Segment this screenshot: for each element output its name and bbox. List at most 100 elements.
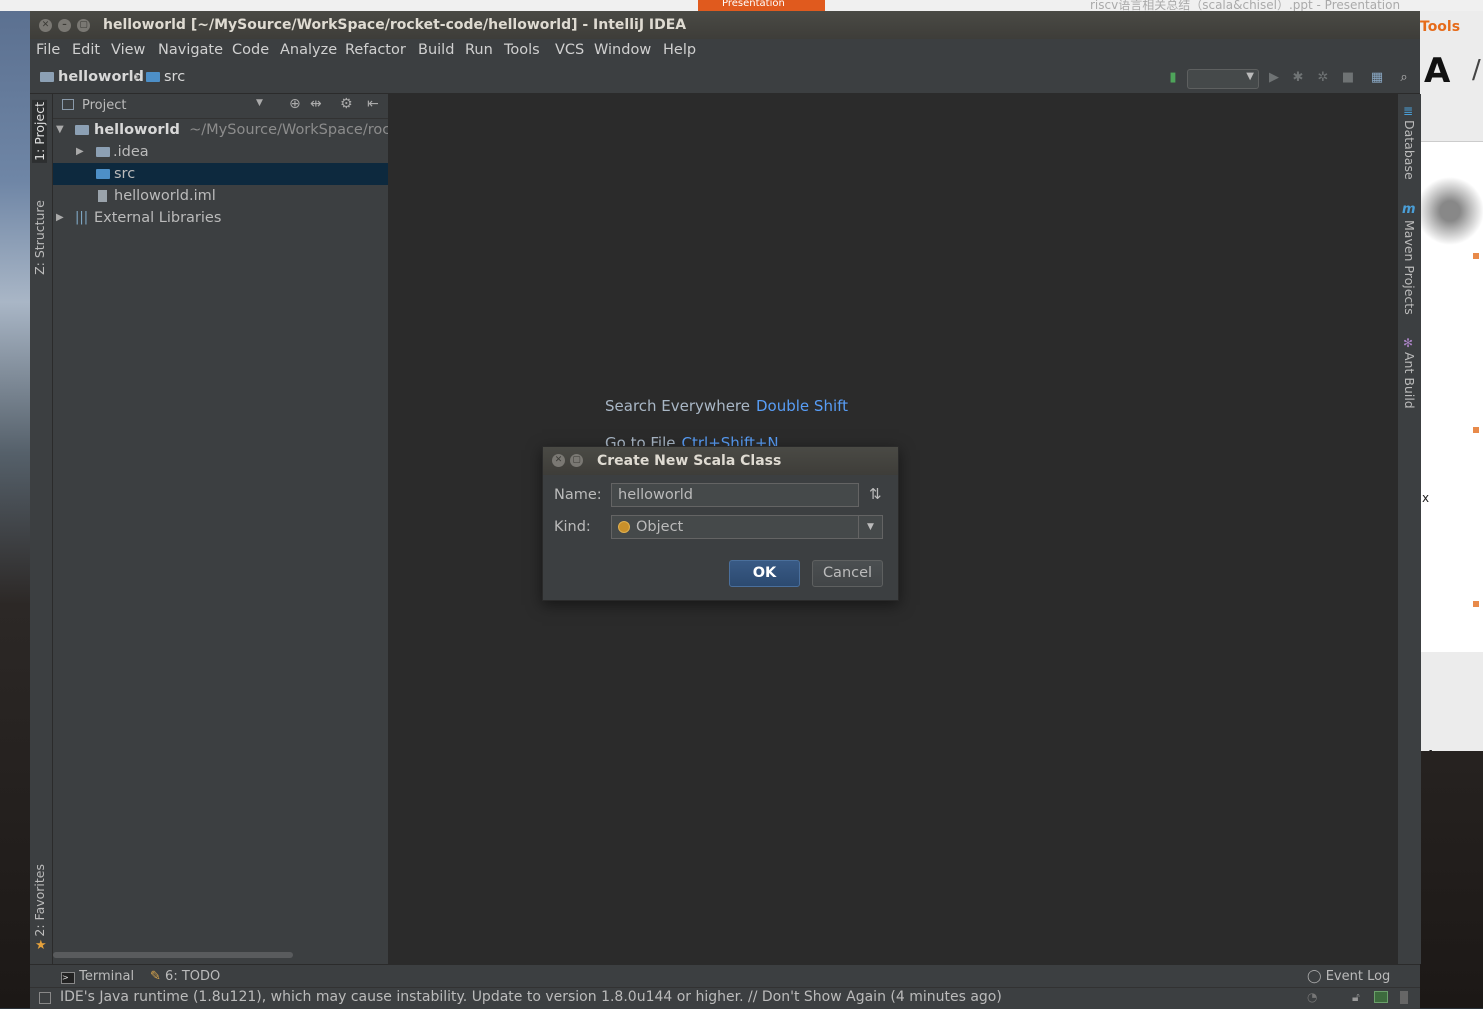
close-window-icon[interactable]: ✕ (39, 19, 52, 32)
horizontal-scrollbar[interactable] (53, 952, 293, 958)
background-presentation-tab[interactable]: Presentation (698, 0, 825, 11)
menu-view[interactable]: View (111, 42, 145, 58)
menu-tools[interactable]: Tools (504, 42, 540, 58)
module-folder-icon (75, 125, 89, 135)
search-icon[interactable]: ⌕ (1397, 71, 1411, 85)
cancel-button[interactable]: Cancel (812, 560, 883, 587)
ant-icon: ✻ (1403, 336, 1414, 350)
menu-code[interactable]: Code (232, 42, 269, 58)
todo-icon: ✎ (150, 969, 161, 984)
status-bar: IDE's Java runtime (1.8u121), which may … (30, 987, 1420, 1009)
menu-vcs[interactable]: VCS (555, 42, 584, 58)
event-log-button[interactable]: ◯ Event Log (1307, 969, 1390, 984)
menu-help[interactable]: Help (663, 42, 696, 58)
tab-database[interactable]: Database (1402, 120, 1417, 180)
bottom-tool-bar: > Terminal ✎ 6: TODO ◯ Event Log (30, 964, 1420, 988)
object-kind-icon (618, 521, 630, 533)
settings-gear-icon[interactable]: ⚙ (340, 96, 353, 112)
tab-ant-build[interactable]: Ant Build (1402, 352, 1417, 409)
dialog-title: Create New Scala Class (597, 453, 782, 469)
project-panel-title[interactable]: Project (82, 98, 126, 113)
scroll-from-source-icon[interactable]: ⊕ (289, 96, 301, 112)
tree-item-src[interactable]: src (53, 163, 388, 185)
hide-panel-icon[interactable]: ⇤ (367, 96, 379, 112)
run-icon[interactable]: ▶ (1267, 71, 1281, 85)
tree-item-helloworld[interactable]: ▼ helloworld ~/MySource/WorkSpace/rocket… (53, 119, 388, 141)
tab-project[interactable]: 1: Project (32, 100, 47, 163)
tab-structure[interactable]: Z: Structure (32, 200, 47, 275)
chevron-down-icon: ▼ (1246, 71, 1254, 82)
tree-item-iml[interactable]: helloworld.iml (53, 185, 388, 207)
expanded-arrow-icon[interactable]: ▼ (56, 119, 64, 141)
status-message[interactable]: IDE's Java runtime (1.8u121), which may … (60, 989, 1002, 1005)
power-save-icon[interactable]: ◔ (1307, 990, 1317, 1004)
menu-file[interactable]: File (36, 42, 60, 58)
kind-label: Kind: (554, 519, 591, 535)
collapse-all-icon[interactable]: ⇹ (310, 96, 322, 112)
source-folder-icon (146, 72, 160, 82)
window-titlebar[interactable]: ✕ – ▢ helloworld [~/MySource/WorkSpace/r… (30, 11, 1420, 39)
dialog-close-icon[interactable]: ✕ (552, 454, 565, 467)
memory-indicator-icon[interactable] (1400, 991, 1408, 1004)
build-project-icon[interactable]: ▮ (1166, 71, 1180, 85)
stop-icon[interactable]: ■ (1341, 71, 1355, 85)
run-configuration-select[interactable]: ▼ (1187, 69, 1259, 89)
right-tool-strip: ≣ Database m Maven Projects ✻ Ant Build (1397, 94, 1421, 964)
breadcrumb-src-label: src (164, 69, 186, 85)
menu-window[interactable]: Window (594, 42, 651, 58)
background-handle-dot (1473, 427, 1479, 433)
menu-analyze[interactable]: Analyze (280, 42, 337, 58)
folder-icon (96, 147, 110, 157)
search-everywhere-hint: Search Everywhere Double Shift (605, 397, 848, 415)
dialog-titlebar[interactable]: ✕ ▢ Create New Scala Class (543, 447, 898, 475)
class-name-input[interactable]: helloworld (611, 483, 859, 507)
tab-database-label: Database (1402, 120, 1417, 180)
tab-ant-label: Ant Build (1402, 352, 1417, 409)
terminal-icon: > (61, 972, 75, 984)
ok-button[interactable]: OK (729, 560, 800, 587)
menu-edit[interactable]: Edit (72, 42, 100, 58)
tab-maven-label: Maven Projects (1402, 220, 1417, 315)
lock-icon[interactable]: 🔓︎ (1352, 990, 1360, 1005)
menu-run[interactable]: Run (465, 42, 493, 58)
library-icon: ||| (75, 210, 89, 225)
project-structure-icon[interactable]: ▦ (1370, 71, 1384, 85)
background-presentation-app: Tools A / x ckup (1420, 11, 1483, 751)
tree-item-idea[interactable]: ▶ .idea (53, 141, 388, 163)
maven-icon: m (1402, 202, 1416, 217)
tree-item-external-libraries[interactable]: ▶ ||| External Libraries (53, 207, 388, 229)
menu-navigate[interactable]: Navigate (158, 42, 223, 58)
collapsed-arrow-icon[interactable]: ▶ (56, 207, 64, 229)
tree-root-name: helloworld (94, 122, 180, 138)
module-file-icon (98, 190, 107, 202)
tree-item-label: External Libraries (94, 210, 222, 226)
chevron-down-icon[interactable]: ▼ (858, 516, 882, 538)
sort-arrows-icon[interactable]: ⇅ (869, 485, 882, 503)
source-folder-icon (96, 169, 110, 179)
project-view-dropdown-icon[interactable]: ▼ (256, 98, 263, 108)
breadcrumb-project[interactable]: helloworld (40, 69, 144, 85)
tab-favorites[interactable]: 2: Favorites (32, 864, 47, 937)
database-icon: ≣ (1403, 104, 1414, 118)
dialog-maximize-icon[interactable]: ▢ (570, 454, 583, 467)
menu-build[interactable]: Build (418, 42, 454, 58)
menu-bar: File Edit View Navigate Code Analyze Ref… (30, 39, 1420, 63)
tree-item-label: .idea (113, 144, 149, 160)
collapsed-arrow-icon[interactable]: ▶ (76, 141, 84, 163)
minimize-window-icon[interactable]: – (58, 19, 71, 32)
background-tools-tab[interactable]: Tools (1420, 19, 1460, 35)
menu-refactor[interactable]: Refactor (345, 42, 406, 58)
inspector-icon[interactable] (1374, 991, 1388, 1003)
todo-tool-button[interactable]: ✎ 6: TODO (150, 969, 220, 984)
toggle-tool-windows-icon[interactable] (39, 992, 51, 1004)
breadcrumb-separator: › (134, 69, 140, 85)
tab-project-label: 1: Project (32, 102, 47, 161)
debug-icon[interactable]: ✱ (1291, 71, 1305, 85)
maximize-window-icon[interactable]: ▢ (77, 19, 90, 32)
kind-select[interactable]: Object ▼ (611, 515, 883, 539)
breadcrumb-src[interactable]: src (146, 69, 185, 85)
tab-maven-projects[interactable]: Maven Projects (1402, 220, 1417, 315)
terminal-label: Terminal (79, 969, 135, 984)
terminal-tool-button[interactable]: > Terminal (61, 969, 134, 984)
coverage-icon[interactable]: ✲ (1316, 71, 1330, 85)
